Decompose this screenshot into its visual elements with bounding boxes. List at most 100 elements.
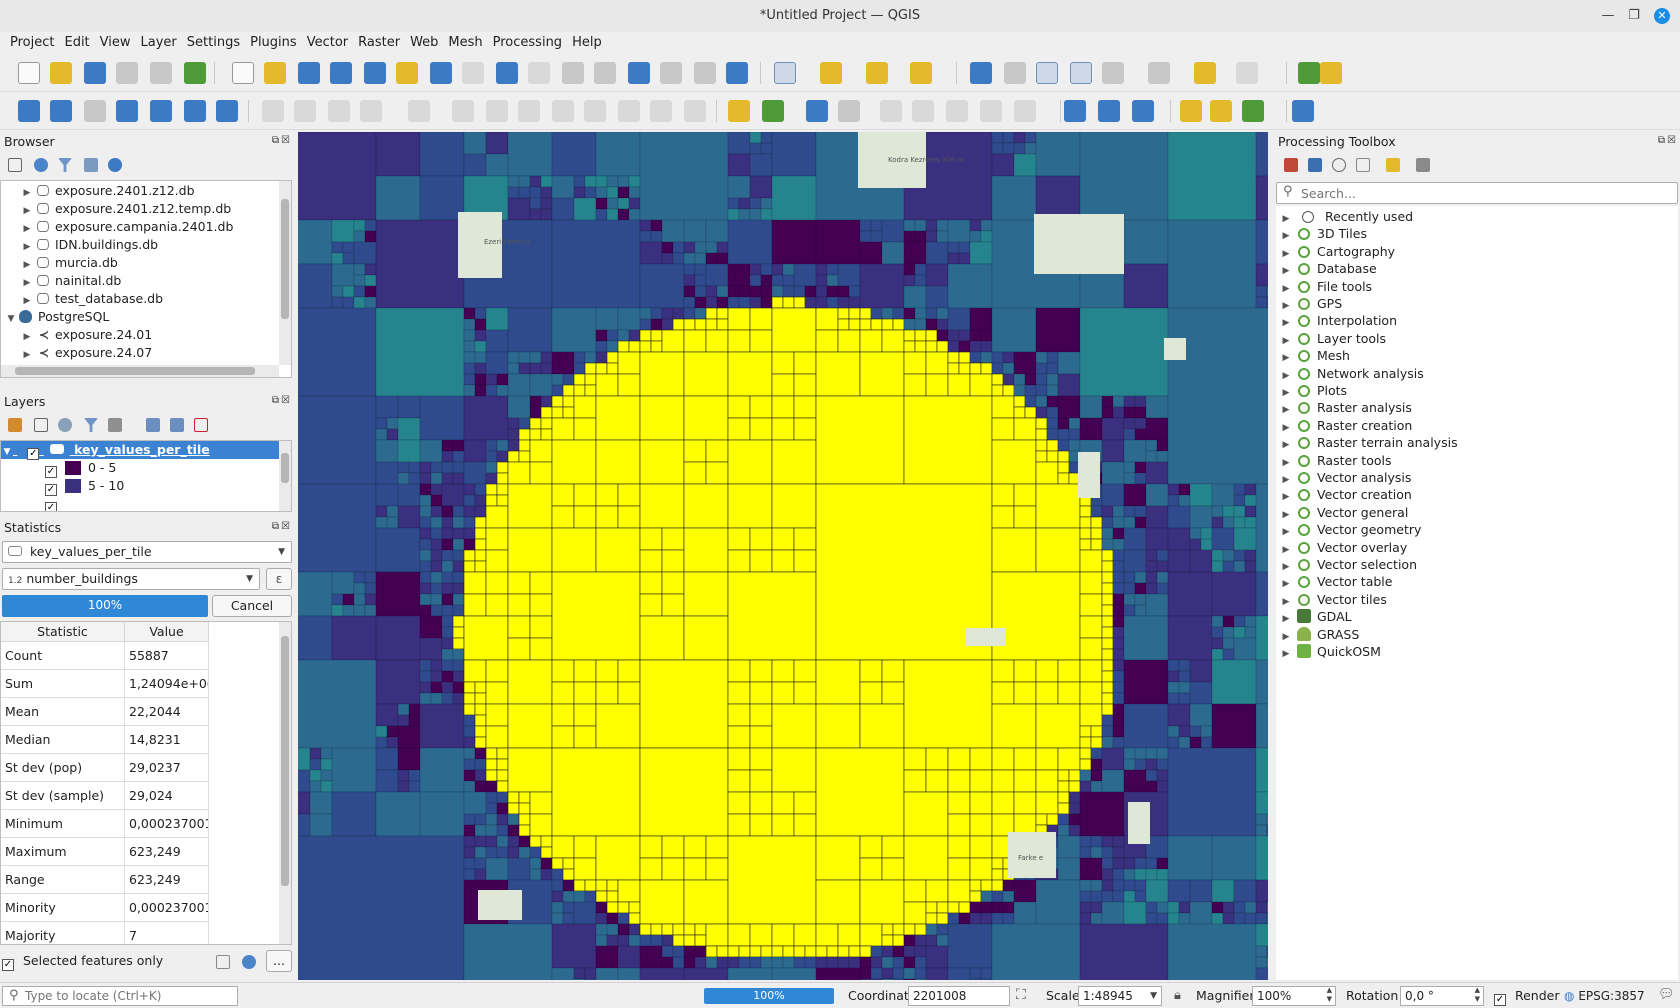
open-attribute-table-icon[interactable] — [1004, 62, 1026, 84]
zoom-full-icon[interactable] — [364, 62, 386, 84]
toolbox-group[interactable]: ▶ Database — [1276, 260, 1377, 278]
vertex-tool-icon[interactable] — [452, 100, 474, 122]
pan-to-selection-icon[interactable] — [264, 62, 286, 84]
zoom-out-icon[interactable] — [330, 62, 352, 84]
stat-name-cell[interactable]: Sum — [1, 670, 125, 698]
toolbox-group[interactable]: ▶ Layer tools — [1276, 330, 1386, 348]
save-project-icon[interactable] — [84, 62, 106, 84]
zoom-in-icon[interactable] — [298, 62, 320, 84]
toolbox-group[interactable]: ▶ Mesh — [1276, 347, 1350, 365]
layout-manager-icon[interactable] — [150, 62, 172, 84]
style-manager-icon[interactable] — [8, 418, 22, 432]
magnifier-spinbox[interactable]: 100% ▲ ▼ — [1252, 986, 1336, 1006]
new-bookmark-icon[interactable] — [628, 62, 650, 84]
new-spatialite-icon[interactable] — [116, 100, 138, 122]
stat-value-cell[interactable]: 0,000237001 — [125, 894, 209, 922]
copy-icon[interactable] — [584, 100, 606, 122]
legend-item[interactable]: ✓ 0 - 5 — [45, 459, 116, 478]
pin-label-icon[interactable] — [880, 100, 902, 122]
toolbox-provider[interactable]: ▶ GRASS — [1276, 626, 1359, 644]
toolbox-group[interactable]: ▶ Raster creation — [1276, 417, 1413, 435]
stat-name-cell[interactable]: Mean — [1, 698, 125, 726]
menu-plugins[interactable]: Plugins — [245, 32, 302, 54]
stat-name-cell[interactable]: Median — [1, 726, 125, 754]
globe-tool-icon[interactable] — [1064, 100, 1086, 122]
lock-icon[interactable]: 🔒︎ — [1174, 988, 1181, 1003]
digitize-icon[interactable] — [360, 100, 382, 122]
refresh-icon[interactable] — [34, 158, 48, 172]
toolbox-group[interactable]: ▶ Vector geometry — [1276, 521, 1422, 539]
rotation-spinbox[interactable]: 0,0 ° ▲ ▼ — [1400, 986, 1484, 1006]
toolbox-search-input[interactable] — [1301, 184, 1671, 202]
browser-item[interactable]: ▼ PostgreSQL — [5, 308, 110, 328]
browser-item[interactable]: ▶ exposure.campania.2401.db — [21, 218, 234, 236]
panel-float-close-icon[interactable]: ⧉☒ — [272, 135, 292, 146]
collapse-all-icon[interactable] — [170, 418, 184, 432]
chevron-right-icon[interactable]: ▶ — [1280, 645, 1292, 663]
browser-hscroll[interactable] — [1, 365, 279, 377]
menu-project[interactable]: Project — [5, 32, 59, 54]
browser-item[interactable]: ▶ ≺ exposure.24.07 — [21, 344, 153, 362]
models-icon[interactable] — [1284, 158, 1298, 172]
stats-vscroll[interactable] — [279, 622, 291, 944]
stat-value-cell[interactable]: 14,8231 — [125, 726, 209, 754]
messages-icon[interactable]: 💬︎ — [1658, 987, 1675, 1002]
search-tool-icon[interactable] — [1236, 62, 1258, 84]
panel-float-close-icon[interactable]: ⧉☒ — [272, 521, 292, 532]
toolbox-group[interactable]: ▶ Plots — [1276, 382, 1348, 400]
field-combobox[interactable]: 1.2 number_buildings ▼ — [2, 568, 260, 590]
chevron-down-icon[interactable]: ▼ — [5, 310, 17, 328]
stat-value-cell[interactable]: 623,249 — [125, 838, 209, 866]
add-group-icon[interactable] — [34, 418, 48, 432]
menu-edit[interactable]: Edit — [59, 32, 94, 54]
diagram-tool-icon[interactable] — [762, 100, 784, 122]
panel-float-close-icon[interactable]: ⧉☒ — [1658, 135, 1678, 146]
toolbox-recently-used[interactable]: ▶ Recently used — [1276, 208, 1414, 226]
toggle-editing-icon[interactable] — [294, 100, 316, 122]
scripts-icon[interactable] — [1308, 158, 1322, 172]
locator-bar[interactable]: ⚲ — [2, 986, 238, 1006]
python-console-icon[interactable] — [1180, 100, 1202, 122]
toolbox-group[interactable]: ▶ Raster tools — [1276, 452, 1392, 470]
toolbox-group[interactable]: ▶ Vector analysis — [1276, 469, 1412, 487]
label-highlight-icon[interactable] — [806, 100, 828, 122]
browser-item[interactable]: ▶ nainital.db — [21, 272, 122, 290]
toolbox-group[interactable]: ▶ GPS — [1276, 295, 1343, 313]
statistical-summary-icon[interactable] — [1070, 62, 1092, 84]
globe-tool-2-icon[interactable] — [1098, 100, 1120, 122]
cancel-button[interactable]: Cancel — [212, 595, 292, 617]
measure-icon[interactable] — [1148, 62, 1170, 84]
temporal-controller-icon[interactable] — [694, 62, 716, 84]
paste-icon[interactable] — [618, 100, 640, 122]
refresh-icon[interactable] — [726, 62, 748, 84]
stat-value-cell[interactable]: 0,000237001 — [125, 810, 209, 838]
menu-raster[interactable]: Raster — [353, 32, 405, 54]
new-3d-view-icon[interactable] — [594, 62, 616, 84]
deselect-icon[interactable] — [866, 62, 888, 84]
menu-web[interactable]: Web — [405, 32, 443, 54]
panel-float-close-icon[interactable]: ⧉☒ — [272, 395, 292, 406]
map-canvas[interactable]: Kodra Kezroles 306 m Farke e Ezeri Ferraci… — [298, 132, 1268, 980]
toolbox-group[interactable]: ▶ Raster analysis — [1276, 399, 1412, 417]
refresh-icon[interactable] — [242, 955, 256, 969]
stat-name-cell[interactable]: St dev (sample) — [1, 782, 125, 810]
new-memory-layer-icon[interactable] — [184, 100, 206, 122]
expression-filter-icon[interactable] — [108, 418, 122, 432]
toolbox-icon[interactable] — [1036, 62, 1058, 84]
edit-pencil-icon[interactable] — [262, 100, 284, 122]
toolbox-group[interactable]: ▶ Vector general — [1276, 504, 1409, 522]
new-virtual-layer-icon[interactable] — [150, 100, 172, 122]
spin-arrows-icon[interactable]: ▲ ▼ — [1475, 986, 1480, 1004]
zoom-last-icon[interactable] — [496, 62, 518, 84]
redo-icon[interactable] — [684, 100, 706, 122]
zoom-to-layer-icon[interactable] — [430, 62, 452, 84]
remove-layer-icon[interactable] — [194, 418, 208, 432]
stat-name-cell[interactable]: Minimum — [1, 810, 125, 838]
toolbox-group[interactable]: ▶ 3D Tiles — [1276, 225, 1367, 243]
new-shapefile-icon[interactable] — [84, 100, 106, 122]
layer-visibility-checkbox[interactable]: ✓ — [27, 448, 40, 460]
menu-vector[interactable]: Vector — [302, 32, 353, 54]
toolbox-group[interactable]: ▶ Cartography — [1276, 243, 1396, 261]
globe-tool-3-icon[interactable] — [1132, 100, 1154, 122]
options-icon[interactable] — [1416, 158, 1430, 172]
